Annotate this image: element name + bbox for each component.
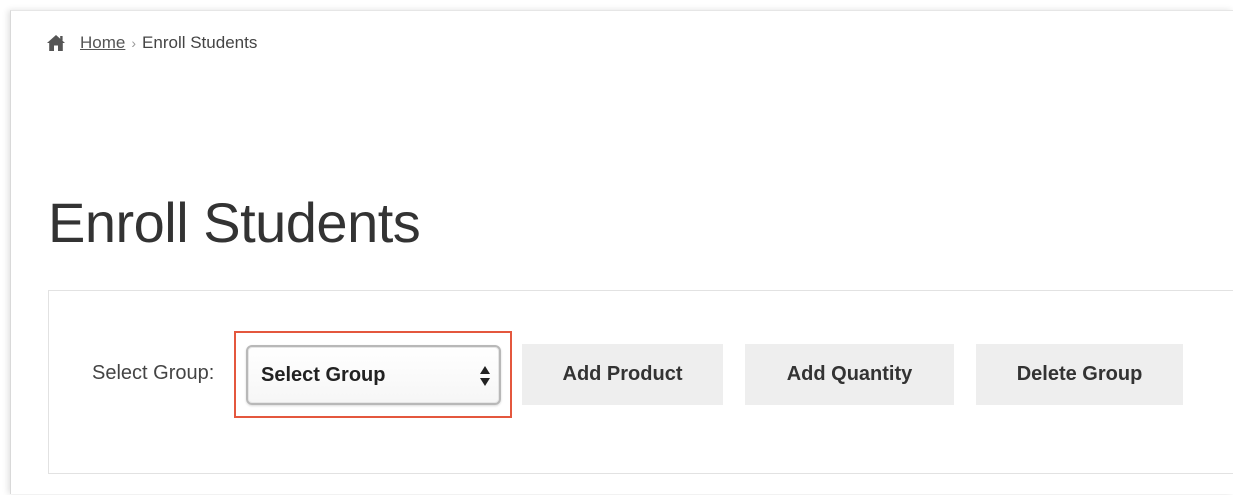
home-icon[interactable] [46,34,66,52]
add-product-button[interactable]: Add Product [522,344,723,405]
add-quantity-button[interactable]: Add Quantity [745,344,954,405]
delete-group-button[interactable]: Delete Group [976,344,1183,405]
select-group-label: Select Group: [92,362,215,384]
breadcrumb-home-link[interactable]: Home [80,33,125,53]
select-group-value: Select Group [261,363,386,386]
page-title: Enroll Students [48,191,421,254]
select-group-dropdown[interactable]: Select Group [246,345,501,405]
breadcrumb-separator: › [131,35,137,51]
breadcrumb: Home › Enroll Students [46,33,257,53]
select-arrows-icon [479,364,491,388]
breadcrumb-current: Enroll Students [142,33,258,52]
